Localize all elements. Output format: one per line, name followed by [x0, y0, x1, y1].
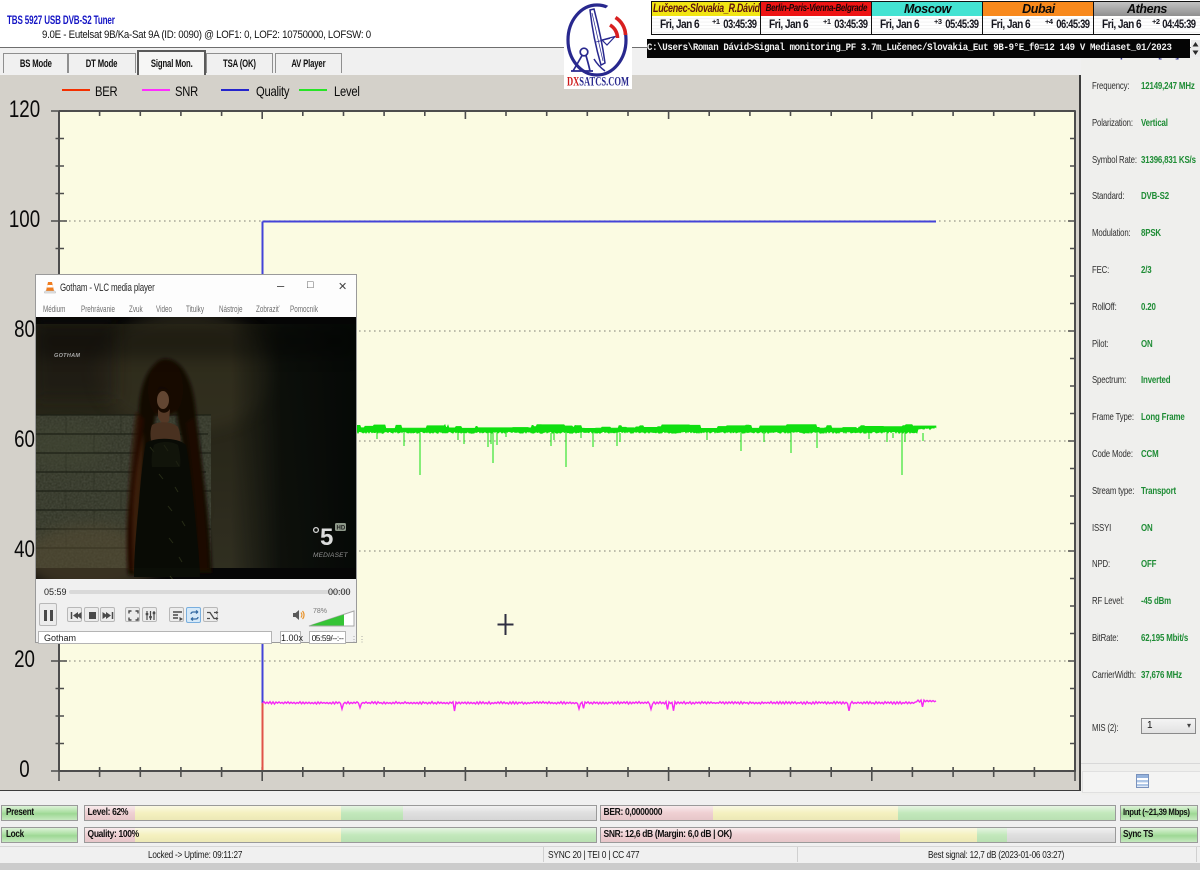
svg-text:DXSATCS.COM: DXSATCS.COM [567, 74, 629, 89]
svg-text:MEDIASET: MEDIASET [313, 552, 349, 559]
svg-text:HD: HD [337, 526, 346, 532]
svg-text:5: 5 [320, 524, 333, 551]
svg-text:GOTHAM: GOTHAM [54, 353, 80, 359]
